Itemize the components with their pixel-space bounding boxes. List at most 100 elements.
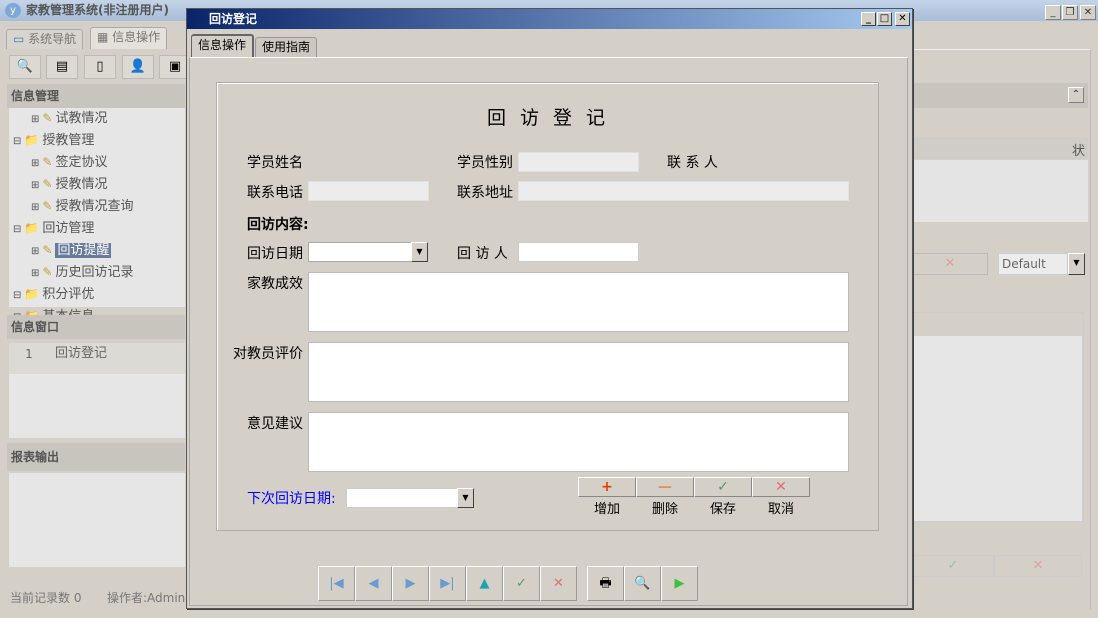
dialog-tab-info-ops[interactable]: 信息操作	[191, 34, 254, 57]
print-button[interactable]: 🖶	[587, 566, 624, 601]
expand-icon[interactable]: ⊞	[31, 268, 39, 279]
search-icon: 🔍	[17, 59, 33, 74]
expand-icon[interactable]: ⊞	[31, 246, 39, 257]
address-label: 联系地址	[457, 184, 513, 202]
monitor-icon: ▭	[13, 32, 24, 46]
tree-item-label: 授教情况查询	[55, 199, 133, 214]
visitor-field[interactable]	[518, 242, 639, 262]
run-button[interactable]: ▶	[661, 566, 698, 601]
operator: 操作者:Admin	[107, 589, 185, 606]
item-index: 1	[9, 343, 49, 374]
expand-icon[interactable]: ⊞	[31, 180, 39, 191]
tree-item-label: 授教管理	[42, 133, 94, 148]
folder-icon: 📁	[24, 287, 39, 301]
list-tool-button[interactable]: ▤	[46, 55, 78, 79]
tree-item[interactable]: ⊞✎签定协议	[9, 152, 185, 174]
tree-item-label: 回访提醒	[55, 243, 111, 258]
right-cancel-button[interactable]: ✕	[912, 253, 988, 275]
phone-label: 联系电话	[247, 184, 303, 202]
expand-icon[interactable]: ⊟	[13, 290, 21, 301]
student-gender-label: 学员性别	[457, 154, 513, 172]
right-save-button[interactable]: ✓	[912, 555, 994, 577]
tab-info-ops[interactable]: ▦ 信息操作	[90, 27, 167, 49]
nav-confirm-button[interactable]: ✓	[503, 566, 540, 601]
info-window-header: 信息窗口	[7, 315, 185, 339]
tree-item[interactable]: ⊟📁回访管理	[9, 218, 185, 240]
visitor-label: 回 访 人	[457, 245, 508, 263]
record-count: 当前记录数 0	[10, 589, 81, 606]
tree-item-label: 试教情况	[55, 111, 107, 126]
expand-icon[interactable]: ⊞	[31, 158, 39, 169]
effect-textarea[interactable]	[308, 272, 849, 332]
advice-textarea[interactable]	[308, 412, 849, 472]
nav-first-button[interactable]: |◀	[318, 566, 355, 601]
printer-icon: 🖶	[599, 576, 611, 591]
next-visit-date-select[interactable]	[346, 488, 458, 508]
action-label: 删除	[636, 498, 694, 517]
right-cancel-button-2[interactable]: ✕	[994, 555, 1082, 577]
evaluation-textarea[interactable]	[308, 342, 849, 402]
contact-person-label: 联 系 人	[667, 154, 718, 172]
dialog-minimize-button[interactable]: _	[861, 12, 876, 26]
folder-icon: 📁	[24, 133, 39, 147]
list-icon: ▤	[56, 59, 68, 74]
tool-icon: ✎	[42, 177, 52, 191]
tool-icon: ✎	[42, 155, 52, 169]
search-tool-button[interactable]: 🔍	[9, 55, 41, 79]
dialog-close-button[interactable]: ✕	[895, 12, 910, 26]
tab-system-nav[interactable]: ▭ 系统导航	[6, 29, 83, 49]
nav-tree: ⊞✎试教情况⊟📁授教管理⊞✎签定协议⊞✎授教情况⊞✎授教情况查询⊟📁回访管理⊞✎…	[9, 108, 185, 307]
nav-prev-button[interactable]: ◀	[355, 566, 392, 601]
chevron-down-icon[interactable]: ▼	[411, 242, 428, 262]
default-select[interactable]: Default	[998, 253, 1068, 275]
address-field[interactable]	[518, 181, 849, 201]
tree-item[interactable]: ⊟📁授教管理	[9, 130, 185, 152]
expand-icon[interactable]: ⊞	[31, 202, 39, 213]
tool-icon: ✎	[42, 243, 52, 257]
tree-item-label: 积分评优	[42, 287, 94, 302]
collapse-button[interactable]: ⌃	[1068, 87, 1084, 103]
nav-cancel-button[interactable]: ✕	[540, 566, 577, 601]
dialog-maximize-button[interactable]: □	[877, 12, 892, 26]
dialog-title-bar[interactable]: 回访登记	[187, 9, 912, 29]
play-icon: ▶	[675, 576, 685, 591]
tree-item[interactable]: ⊞✎授教情况查询	[9, 196, 185, 218]
tree-item[interactable]: ⊟📁积分评优	[9, 284, 185, 306]
chevron-down-icon[interactable]: ▼	[457, 488, 474, 508]
preview-button[interactable]: 🔍	[624, 566, 661, 601]
document-tool-button[interactable]: ▯	[84, 55, 116, 79]
chevron-down-icon[interactable]: ▼	[1068, 253, 1085, 275]
visit-date-select[interactable]	[308, 242, 412, 262]
dialog-tab-guide[interactable]: 使用指南	[255, 37, 317, 58]
tool-icon: ✎	[42, 199, 52, 213]
tree-item[interactable]: ⊞✎历史回访记录	[9, 262, 185, 284]
app-title: 家教管理系统(非注册用户)	[26, 3, 169, 17]
tree-item[interactable]: ⊞✎授教情况	[9, 174, 185, 196]
minimize-button[interactable]: _	[1045, 5, 1061, 20]
tree-item[interactable]: ⊞✎试教情况	[9, 108, 185, 130]
form-title: 回 访 登 记	[187, 103, 909, 130]
expand-icon[interactable]: ⊞	[31, 114, 39, 125]
next-visit-date-label: 下次回访日期:	[247, 490, 336, 508]
window-list: 1 回访登记	[9, 343, 185, 438]
restore-button[interactable]: ❐	[1062, 5, 1078, 20]
close-button[interactable]: ✕	[1080, 5, 1096, 20]
student-gender-field[interactable]	[518, 152, 639, 172]
expand-icon[interactable]: ⊟	[13, 224, 21, 235]
action-3-button[interactable]: ✕	[752, 477, 810, 497]
report-list	[9, 473, 185, 567]
expand-icon[interactable]: ⊟	[13, 136, 21, 147]
action-2-button[interactable]: ✓	[694, 477, 752, 497]
user-tool-button[interactable]: 👤	[122, 55, 154, 79]
nav-up-button[interactable]: ▲	[466, 566, 503, 601]
nav-last-button[interactable]: ▶|	[429, 566, 466, 601]
action-0-button[interactable]: +	[578, 477, 636, 497]
tree-item-label: 回访管理	[42, 221, 94, 236]
user-icon: 👤	[130, 59, 146, 74]
action-1-button[interactable]: —	[636, 477, 694, 497]
nav-next-button[interactable]: ▶	[392, 566, 429, 601]
tree-item[interactable]: ⊞✎回访提醒	[9, 240, 185, 262]
visit-date-label: 回访日期	[247, 245, 303, 263]
phone-field[interactable]	[308, 181, 429, 201]
window-list-item[interactable]: 1 回访登记	[9, 343, 185, 374]
